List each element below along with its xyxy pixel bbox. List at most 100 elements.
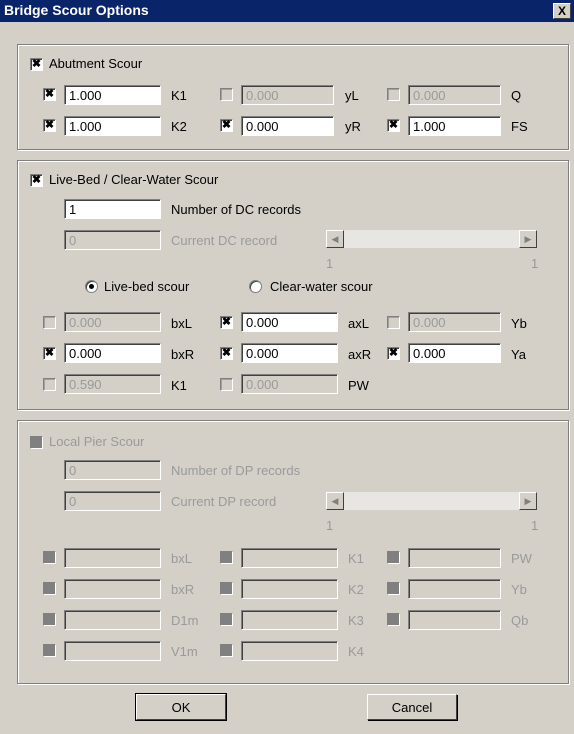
pier-k2-label: K2 [348,582,364,597]
pier-yb-label: Yb [511,582,527,597]
clearwater-radio[interactable] [249,280,262,293]
abutment-q-label: Q [511,88,522,103]
pier-pw-label: PW [511,551,532,566]
pier-k3-input [241,610,338,630]
bxl-checkbox[interactable] [43,316,56,329]
livebed-scour-checkbox[interactable]: ✖ [30,174,43,187]
num-dp-records-input: 0 [64,460,161,480]
pier-bxl-label: bxL [171,551,192,566]
pier-d1m-checkbox[interactable] [43,613,56,626]
livebed-pw-input: 0.000 [241,374,338,394]
pier-k4-label: K4 [348,644,364,659]
livebed-yb-label: Yb [511,316,527,331]
current-dc-record-label: Current DC record [171,233,278,248]
axl-input[interactable]: 0.000 [241,312,338,332]
scroll-left-icon[interactable]: ◀ [326,492,344,510]
pier-d1m-input [64,610,161,630]
livebed-ya-checkbox[interactable]: ✖ [387,347,400,360]
livebed-pw-label: PW [348,378,369,393]
abutment-k1-checkbox[interactable]: ✖ [43,88,56,101]
pier-bxr-input [64,579,161,599]
abutment-q-input: 0.000 [408,85,501,105]
dc-scroll-max-label: 1 [531,256,539,271]
livebed-ya-input[interactable]: 0.000 [408,343,501,363]
axr-label: axR [348,347,372,362]
bxr-label: bxR [171,347,195,362]
axl-checkbox[interactable]: ✖ [220,316,233,329]
pier-k3-label: K3 [348,613,364,628]
pier-yb-input [408,579,501,599]
abutment-k1-input[interactable]: 1.000 [64,85,161,105]
cancel-button[interactable]: Cancel [367,694,457,720]
pier-pw-checkbox[interactable] [387,551,400,564]
livebed-yb-checkbox[interactable] [387,316,400,329]
livebed-k1-checkbox[interactable] [43,378,56,391]
abutment-scour-checkbox[interactable]: ✖ [30,58,43,71]
abutment-yr-input[interactable]: 0.000 [241,116,334,136]
pier-yb-checkbox[interactable] [387,582,400,595]
ok-button[interactable]: OK [135,693,227,721]
livebed-k1-label: K1 [171,378,187,393]
scroll-right-icon[interactable]: ▶ [519,230,537,248]
bxr-input[interactable]: 0.000 [64,343,161,363]
abutment-k1-label: K1 [171,88,187,103]
livebed-yb-input: 0.000 [408,312,501,332]
pier-k2-input [241,579,338,599]
abutment-yl-checkbox[interactable] [220,88,233,101]
num-dc-records-input[interactable]: 1 [64,199,161,219]
pier-k1-label: K1 [348,551,364,566]
livebed-radio[interactable] [85,280,98,293]
pier-qb-checkbox[interactable] [387,613,400,626]
radio-selected-dot [89,284,94,289]
scroll-right-icon[interactable]: ▶ [519,492,537,510]
bxr-checkbox[interactable]: ✖ [43,347,56,360]
bxl-input: 0.000 [64,312,161,332]
current-dp-record-label: Current DP record [171,494,277,509]
pier-scour-checkbox[interactable] [30,436,43,449]
dc-record-scrollbar[interactable]: ◀ ▶ [326,230,537,248]
dc-scroll-min-label: 1 [326,256,334,271]
pier-bxr-checkbox[interactable] [43,582,56,595]
abutment-k2-input[interactable]: 1.000 [64,116,161,136]
pier-k1-input [241,548,338,568]
dp-scroll-max-label: 1 [531,518,539,533]
abutment-yr-label: yR [345,119,361,134]
current-dp-record-input: 0 [64,491,161,511]
pier-bxl-input [64,548,161,568]
axr-input[interactable]: 0.000 [241,343,338,363]
axr-checkbox[interactable]: ✖ [220,347,233,360]
close-icon[interactable]: X [553,3,571,19]
pier-v1m-input [64,641,161,661]
pier-pw-input [408,548,501,568]
axl-label: axL [348,316,369,331]
abutment-k2-checkbox[interactable]: ✖ [43,119,56,132]
livebed-pw-checkbox[interactable] [220,378,233,391]
pier-k2-checkbox[interactable] [220,582,233,595]
pier-k3-checkbox[interactable] [220,613,233,626]
abutment-fs-checkbox[interactable]: ✖ [387,119,400,132]
abutment-q-checkbox[interactable] [387,88,400,101]
pier-k4-input [241,641,338,661]
window-title: Bridge Scour Options [4,2,149,18]
pier-k4-checkbox[interactable] [220,644,233,657]
abutment-fs-input[interactable]: 1.000 [408,116,501,136]
pier-bxl-checkbox[interactable] [43,551,56,564]
bxl-label: bxL [171,316,192,331]
livebed-k1-input: 0.590 [64,374,161,394]
dp-record-scrollbar[interactable]: ◀ ▶ [326,492,537,510]
livebed-ya-label: Ya [511,347,526,362]
dp-scroll-min-label: 1 [326,518,334,533]
pier-k1-checkbox[interactable] [220,551,233,564]
pier-qb-input [408,610,501,630]
pier-qb-label: Qb [511,613,529,628]
current-dc-record-input: 0 [64,230,161,250]
abutment-yr-checkbox[interactable]: ✖ [220,119,233,132]
pier-scour-label: Local Pier Scour [49,434,145,449]
livebed-scour-label: Live-Bed / Clear-Water Scour [49,172,219,187]
abutment-yl-label: yL [345,88,359,103]
abutment-k2-label: K2 [171,119,187,134]
num-dc-records-label: Number of DC records [171,202,302,217]
pier-d1m-label: D1m [171,613,199,628]
scroll-left-icon[interactable]: ◀ [326,230,344,248]
pier-v1m-checkbox[interactable] [43,644,56,657]
